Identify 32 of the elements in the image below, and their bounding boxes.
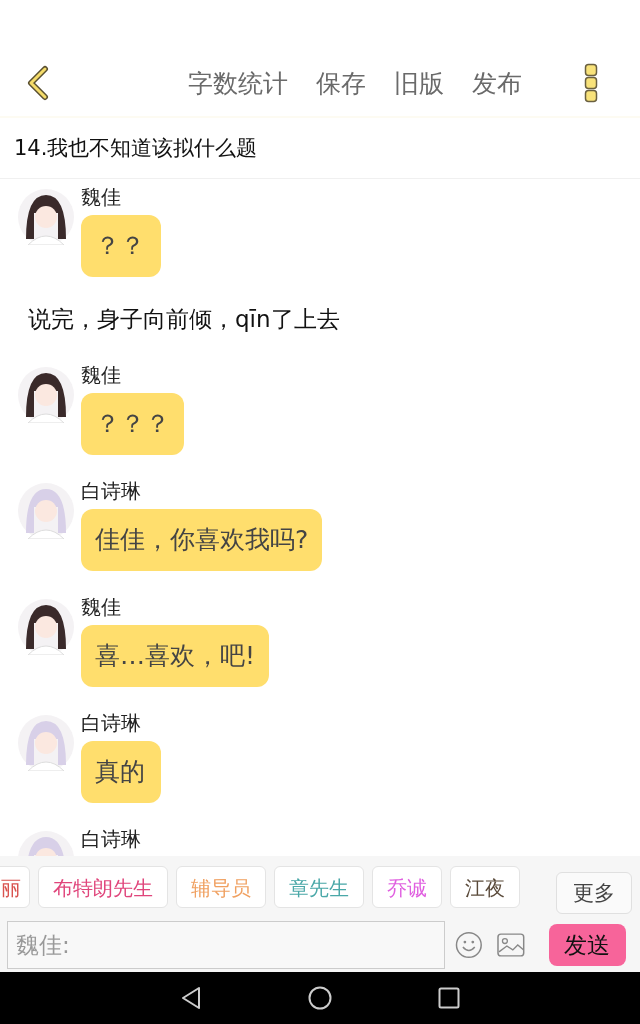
toolbar-action[interactable]: 发布	[472, 66, 522, 100]
input-field[interactable]: 魏佳:	[7, 921, 446, 969]
message-bubble: 佳佳，你喜欢我吗?	[81, 509, 323, 571]
toolbar-action[interactable]: 字数统计	[188, 66, 288, 100]
image-icon[interactable]	[497, 933, 525, 957]
sender-name: 白诗琳	[81, 479, 141, 503]
sender-name: 魏佳	[81, 363, 121, 387]
narration-text: 说完，身子向前倾，qīn了上去	[27, 305, 341, 334]
more-button[interactable]: 更多	[556, 872, 632, 914]
character-chip[interactable]: 乔诚	[372, 866, 442, 908]
character-chip[interactable]: 江夜	[450, 866, 520, 908]
toolbar-action[interactable]: 保存	[316, 66, 366, 100]
character-chip[interactable]: 丽	[0, 866, 30, 908]
back-icon[interactable]	[180, 986, 202, 1010]
home-icon[interactable]	[308, 986, 332, 1010]
sender-name: 白诗琳	[81, 827, 141, 851]
emoji-icon[interactable]	[455, 931, 484, 959]
back-icon[interactable]	[25, 65, 51, 101]
sender-name: 魏佳	[81, 595, 121, 619]
toolbar-action[interactable]: 旧版	[394, 66, 444, 100]
character-chip[interactable]: 布特朗先生	[38, 866, 168, 908]
message-bubble: 真的	[81, 741, 161, 803]
sender-name: 白诗琳	[81, 711, 141, 735]
message-bubble: 喜…喜欢，吧!	[81, 625, 270, 687]
character-chip[interactable]: 章先生	[274, 866, 364, 908]
recents-icon[interactable]	[438, 987, 460, 1009]
message-bubble: ？？？	[81, 393, 184, 455]
message-bubble: ？？	[81, 215, 161, 277]
sender-name: 魏佳	[81, 185, 121, 209]
chapter-title: 14.我也不知道该拟什么题	[0, 118, 640, 179]
send-button[interactable]: 发送	[548, 924, 626, 966]
menu-icon[interactable]	[584, 63, 598, 103]
